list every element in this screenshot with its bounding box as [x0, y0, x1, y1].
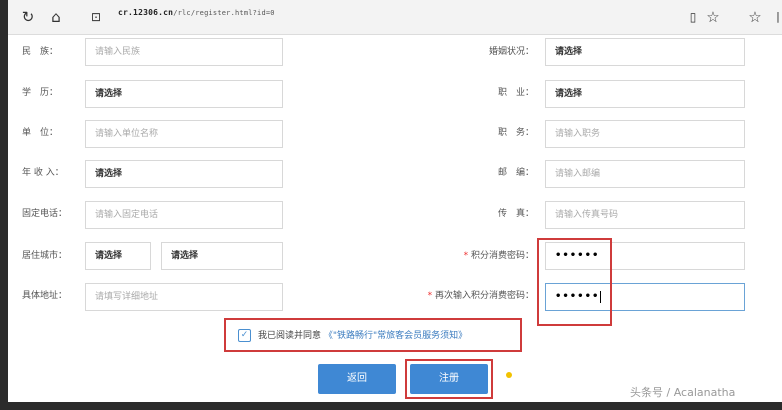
ethnicity-placeholder: 请输入民族 — [95, 47, 141, 57]
city-value: 请选择 — [171, 251, 199, 261]
required-mark: * — [427, 291, 433, 301]
address-input[interactable]: 请填写详细地址 — [85, 283, 283, 311]
home-icon[interactable]: ⌂ — [46, 7, 66, 27]
city-label: 居住城市： — [22, 251, 68, 261]
occupation-label: 职 业： — [497, 88, 534, 98]
marital-value: 请选择 — [555, 47, 583, 57]
cursor-spot — [506, 372, 512, 378]
fax-input[interactable]: 请输入传真号码 — [545, 201, 745, 229]
refresh-icon[interactable]: ↻ — [18, 7, 38, 27]
watermark: 头条号 / Acalanatha — [630, 386, 736, 399]
agreement-row: ✓ 我已阅读并同意 《"铁路畅行"常旅客会员服务须知》 — [238, 328, 467, 344]
ethnicity-input[interactable]: 请输入民族 — [85, 38, 283, 66]
agreement-checkbox[interactable]: ✓ — [238, 329, 251, 342]
ethnicity-label: 民 族： — [22, 47, 59, 57]
employer-label: 单 位： — [22, 128, 59, 138]
income-select[interactable]: 请选择 — [85, 160, 283, 188]
marital-select[interactable]: 请选择 — [545, 38, 745, 66]
income-value: 请选择 — [95, 169, 123, 179]
toolbar-more-icon[interactable]: | — [768, 7, 782, 27]
occupation-value: 请选择 — [555, 89, 583, 99]
employer-input[interactable]: 请输入单位名称 — [85, 120, 283, 148]
province-select[interactable]: 请选择 — [85, 242, 151, 270]
occupation-select[interactable]: 请选择 — [545, 80, 745, 108]
agreement-link[interactable]: 《"铁路畅行"常旅客会员服务须知》 — [324, 331, 467, 341]
points-password-confirm-label: * 再次输入积分消费密码： — [380, 289, 534, 303]
back-button[interactable]: 返回 — [318, 364, 396, 394]
agreement-text: 我已阅读并同意 — [258, 331, 322, 341]
phone-label: 固定电话： — [22, 209, 68, 219]
browser-toolbar: ↻ ⌂ ⊡ cr.12306.cn/rlc/register.html?id=0… — [8, 0, 782, 35]
fax-label: 传 真： — [497, 209, 534, 219]
register-button[interactable]: 注册 — [410, 364, 488, 394]
city-select[interactable]: 请选择 — [161, 242, 283, 270]
url-host: cr.12306.cn — [118, 8, 174, 17]
province-value: 请选择 — [95, 251, 123, 261]
window-frame-left — [0, 0, 8, 410]
points-password-label-text: 积分消费密码： — [470, 251, 534, 261]
url-path: /rlc/register.html?id=0 — [173, 9, 275, 17]
income-label: 年 收 入： — [22, 168, 64, 178]
address-placeholder: 请填写详细地址 — [95, 292, 159, 302]
phone-placeholder: 请输入固定电话 — [95, 210, 159, 220]
employer-placeholder: 请输入单位名称 — [95, 129, 159, 139]
address-bar[interactable]: cr.12306.cn/rlc/register.html?id=0 — [118, 8, 275, 17]
phone-input[interactable]: 请输入固定电话 — [85, 201, 283, 229]
window-frame-bottom — [0, 402, 782, 410]
points-password-confirm-label-text: 再次输入积分消费密码： — [434, 291, 534, 301]
reading-view-icon[interactable]: ▯ — [683, 7, 703, 27]
education-value: 请选择 — [95, 89, 123, 99]
postcode-placeholder: 请输入邮编 — [555, 169, 601, 179]
address-label: 具体地址： — [22, 291, 68, 301]
position-input[interactable]: 请输入职务 — [545, 120, 745, 148]
position-label: 职 务： — [497, 128, 534, 138]
required-mark: * — [463, 251, 469, 261]
position-placeholder: 请输入职务 — [555, 129, 601, 139]
education-select[interactable]: 请选择 — [85, 80, 283, 108]
education-label: 学 历： — [22, 88, 59, 98]
postcode-label: 邮 编： — [497, 168, 534, 178]
postcode-input[interactable]: 请输入邮编 — [545, 160, 745, 188]
fax-placeholder: 请输入传真号码 — [555, 210, 619, 220]
lock-icon: ⊡ — [90, 10, 102, 24]
points-password-label: * 积分消费密码： — [420, 249, 534, 263]
marital-label: 婚姻状况： — [488, 47, 534, 57]
favorites-bar-icon[interactable]: ☆ — [745, 7, 765, 27]
password-highlight-box — [537, 238, 612, 326]
favorite-star-icon[interactable]: ☆ — [703, 7, 723, 27]
